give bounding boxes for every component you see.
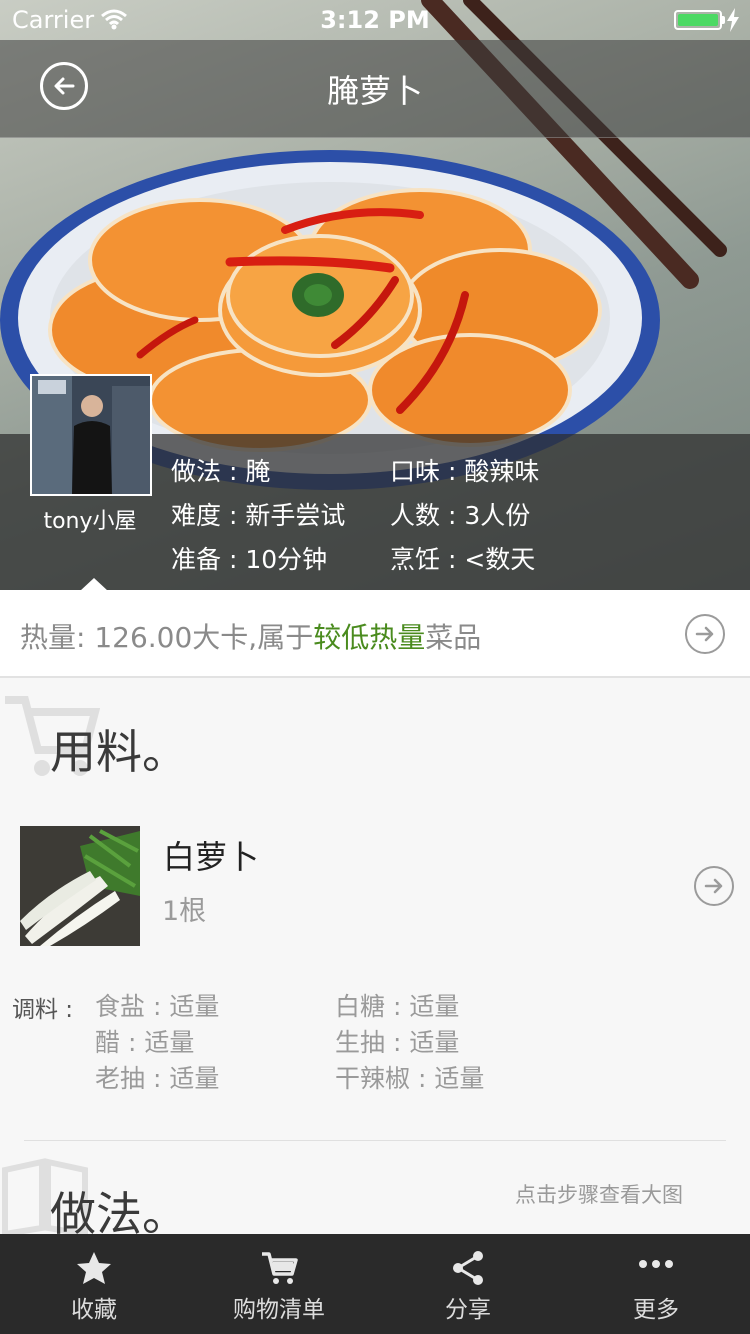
info-taste: 口味 : 酸辣味	[390, 457, 540, 486]
ingredient-name: 白萝卜	[163, 838, 260, 876]
calorie-text: 热量: 126.00大卡,属于较低热量菜品	[20, 616, 481, 656]
status-bar: Carrier 3:12 PM	[0, 0, 750, 40]
steps-hint: 点击步骤查看大图	[515, 1183, 683, 1207]
ingredient-quantity: 1根	[162, 896, 207, 927]
info-prep-time: 准备 : 10分钟	[171, 545, 328, 574]
tab-label: 分享	[445, 1297, 491, 1323]
arrow-right-circle-icon	[704, 878, 723, 894]
info-difficulty: 难度 : 新手尝试	[171, 501, 346, 530]
seasoning-item: 干辣椒 : 适量	[335, 1064, 485, 1093]
battery-tip	[722, 16, 725, 24]
ingredient-detail-button[interactable]	[694, 866, 734, 906]
section-divider	[24, 1140, 726, 1141]
info-method: 做法 : 腌	[171, 457, 271, 486]
info-cook-time: 烹饪 : <数天	[390, 545, 536, 574]
author-photo	[32, 376, 150, 494]
seasoning-item: 醋 : 适量	[95, 1028, 195, 1057]
cart-icon	[262, 1252, 298, 1284]
seasoning-item: 白糖 : 适量	[335, 992, 460, 1021]
calorie-suffix: 菜品	[425, 621, 482, 654]
tab-share[interactable]: 分享	[374, 1234, 562, 1334]
author-avatar[interactable]	[30, 374, 152, 496]
seasoning-label: 调料 :	[12, 997, 74, 1023]
seasoning-item: 生抽 : 适量	[335, 1028, 460, 1057]
info-servings: 人数 : 3人份	[390, 501, 531, 530]
battery-level	[678, 14, 718, 26]
navigation-bar: 腌萝卜	[0, 40, 750, 138]
share-icon	[453, 1251, 483, 1285]
star-icon	[77, 1252, 111, 1284]
tab-favorite[interactable]: 收藏	[0, 1234, 188, 1334]
ingredients-title: 用料。	[50, 725, 188, 779]
tab-label: 收藏	[71, 1297, 117, 1323]
tab-shopping-list[interactable]: 购物清单	[185, 1234, 373, 1334]
radish-photo	[20, 826, 140, 946]
calorie-row[interactable]: 热量: 126.00大卡,属于较低热量菜品	[0, 590, 750, 678]
seasoning-item: 老抽 : 适量	[95, 1064, 220, 1093]
page-title: 腌萝卜	[326, 72, 423, 110]
seasoning-item: 食盐 : 适量	[95, 992, 220, 1021]
tab-label: 购物清单	[233, 1297, 325, 1323]
charging-bolt-icon	[727, 8, 739, 32]
more-icon	[639, 1260, 673, 1268]
ingredient-image	[20, 826, 140, 946]
arrow-right-circle-icon	[695, 626, 714, 642]
bottom-tab-bar: 收藏 购物清单 分享 更多	[0, 1234, 750, 1334]
author-name[interactable]: tony小屋	[28, 503, 152, 535]
recipe-hero: Carrier 3:12 PM 腌萝卜 tony小屋 做法: 腌 口味: 酸…	[0, 0, 750, 590]
clock: 3:12 PM	[320, 6, 430, 34]
pointer-notch	[80, 578, 108, 590]
tab-more[interactable]: 更多	[562, 1234, 750, 1334]
calorie-prefix: 热量: 126.00大卡,属于	[20, 621, 314, 654]
tab-label: 更多	[633, 1297, 679, 1323]
calorie-detail-button[interactable]	[685, 614, 725, 654]
battery-icon	[674, 10, 722, 30]
calorie-level: 较低热量	[313, 621, 426, 654]
